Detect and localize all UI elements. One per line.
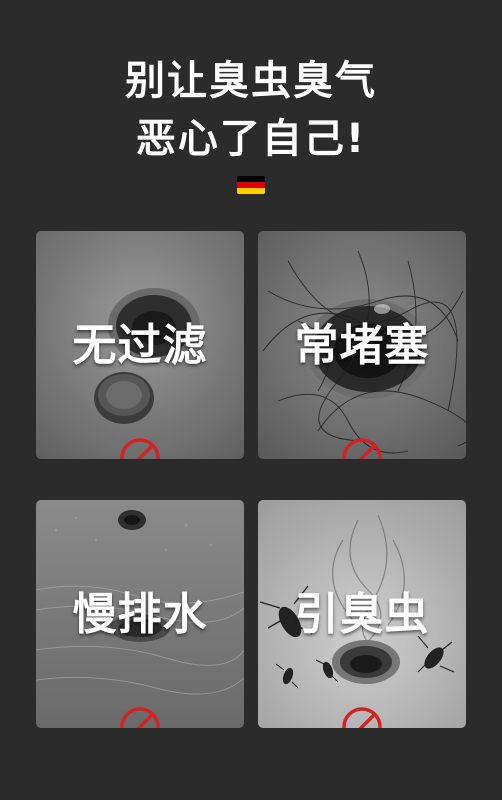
prohibited-icon	[120, 707, 160, 728]
card-label: 无过滤	[72, 320, 208, 371]
headline: 别让臭虫臭气 恶心了自己!	[0, 52, 502, 168]
card-slow-drain: 慢排水	[36, 500, 244, 728]
card-attracts-bugs: 引臭虫	[258, 500, 466, 728]
card-label: 常堵塞	[294, 320, 430, 371]
card-no-filter: 无过滤	[36, 231, 244, 459]
prohibited-icon	[342, 438, 382, 459]
card-label: 引臭虫	[294, 589, 430, 640]
card-clogged: 常堵塞	[258, 231, 466, 459]
prohibited-icon	[120, 438, 160, 459]
card-label: 慢排水	[72, 589, 208, 640]
prohibited-icon	[342, 707, 382, 728]
headline-line-1: 别让臭虫臭气	[125, 58, 377, 104]
german-flag-icon	[237, 176, 265, 194]
headline-line-2: 恶心了自己!	[135, 116, 367, 162]
